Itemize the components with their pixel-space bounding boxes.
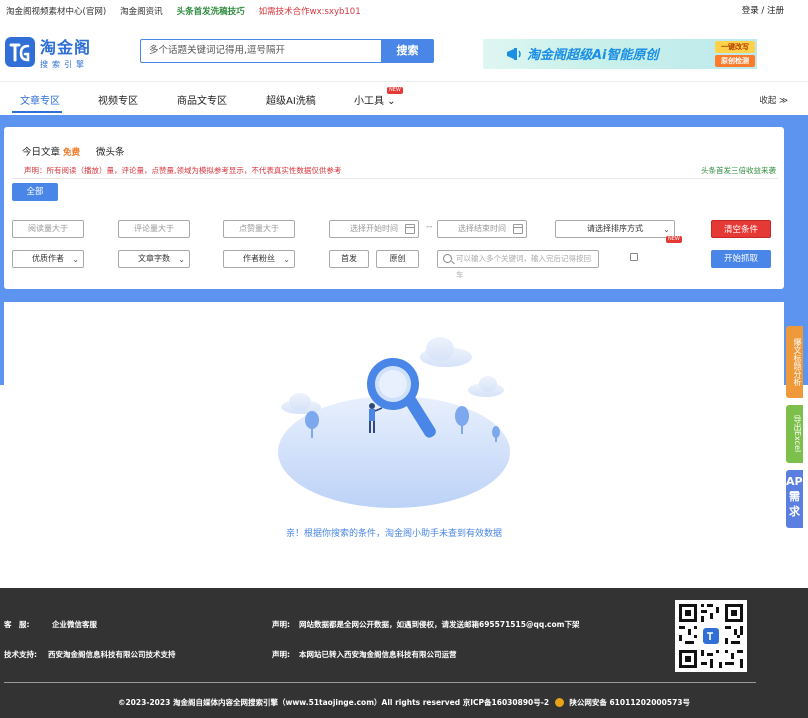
calendar-icon (405, 224, 415, 234)
tech-support-label: 技术支持: (4, 650, 37, 659)
search-input[interactable]: 多个话题关键词记得用,逗号隔开 (140, 39, 382, 63)
footer-divider (4, 682, 756, 683)
api-request-tab[interactable]: API需求 (786, 470, 807, 528)
chevron-down-icon: ⌄ (384, 96, 396, 107)
end-time-input[interactable]: 选择结束时间 (437, 220, 527, 238)
footer: 客 服: 企业微信客服 技术支持: 西安淘金阁信息科技有限公司技术支持 声明: … (0, 588, 808, 718)
like-count-input[interactable]: 点赞量大于 (223, 220, 295, 238)
banner-badge-rewrite: 一键改写 (715, 41, 755, 53)
chevron-down-icon: ⌄ (178, 255, 185, 264)
active-tab-underline (12, 111, 62, 113)
customer-service-link[interactable]: 企业微信客服 (52, 619, 97, 630)
declaration-label: 声明: (272, 650, 290, 659)
all-category-button[interactable]: 全部 (12, 183, 58, 201)
tab-ai-rewrite[interactable]: 超级AI洗稿 (266, 92, 316, 107)
start-time-input[interactable]: 选择开始时间 (329, 220, 419, 238)
author-fans-select[interactable]: 作者粉丝 ⌄ (223, 250, 295, 268)
cooperation-link[interactable]: 如需技术合作wx:sxyb101 (259, 5, 361, 17)
tech-support-value: 西安淘金阁信息科技有限公司技术支持 (48, 650, 176, 659)
tab-tools[interactable]: 小工具 ⌄ (354, 92, 396, 107)
tab-weitoutiao[interactable]: 微头条 (96, 144, 125, 158)
search-icon (443, 254, 452, 263)
free-badge: 免费 (63, 148, 81, 158)
megaphone-icon (507, 48, 521, 60)
logo-title: 淘金阁 (40, 38, 92, 57)
declaration-label: 声明: (272, 620, 290, 629)
copyright: ©2023-2023 淘金阁自媒体内容全网搜索引擎（www.51taojinge… (117, 698, 691, 707)
disclaimer-notice: 声明：所有阅读（播放）量，评论量，点赞量,领域为模拟参考显示，不代表真实性数据仅… (24, 166, 342, 175)
original-toggle[interactable]: 原创 (376, 250, 419, 268)
clear-conditions-button[interactable]: 清空条件 (711, 220, 771, 238)
ad-banner[interactable]: 淘金阁超级Ai智能原创 一键改写 原创检测 (483, 39, 757, 69)
chevron-down-icon: ⌄ (72, 255, 79, 264)
declaration-text: 本网站已转入西安淘金阁信息科技有限公司运营 (299, 650, 457, 659)
qr-code (675, 600, 747, 672)
banner-text: 淘金阁超级Ai智能原创 (527, 48, 659, 63)
keyword-input[interactable]: 可以输入多个关键词，输入完后记得按回车 (437, 250, 599, 279)
empty-result-message: 亲！根据你搜索的条件，淘金阁小助手未查到有效数据 (285, 529, 502, 539)
logo[interactable]: 淘金阁 搜索引擎 (4, 34, 104, 70)
police-badge-icon (554, 698, 564, 707)
calendar-icon (513, 224, 523, 234)
login-register-link[interactable]: 登录 / 注册 (742, 4, 784, 16)
first-publish-promo-link[interactable]: 头条首发三倍收益来袭 (701, 165, 776, 176)
range-dash: -- (426, 222, 433, 232)
export-excel-tab[interactable]: 导出Excel (786, 405, 803, 463)
tab-articles[interactable]: 文章专区 (20, 92, 60, 107)
collapse-button[interactable]: 收起 ≫ (759, 94, 788, 106)
declaration-text: 网站数据都是全网公开数据，如遇到侵权，请发送邮箱695571515@qq.com… (299, 620, 580, 629)
header: 淘金阁 搜索引擎 多个话题关键词记得用,逗号隔开 搜索 淘金阁超级Ai智能原创 … (0, 22, 808, 82)
logo-subtitle: 搜索引擎 (40, 60, 88, 69)
word-count-select[interactable]: 文章字数 ⌄ (118, 250, 190, 268)
sort-select[interactable]: 请选择排序方式 ⌄ (555, 220, 675, 238)
first-publish-toggle[interactable]: 首发 (329, 250, 369, 268)
banner-badge-check: 原创检测 (715, 55, 755, 67)
new-badge: NEW (387, 87, 403, 94)
customer-service-label: 客 服: (4, 620, 30, 629)
results-area: 亲！根据你搜索的条件，淘金阁小助手未查到有效数据 (4, 302, 784, 574)
divider (12, 178, 778, 179)
video-material-link[interactable]: 淘金阁视频素材中心(官网) (6, 5, 106, 17)
tab-products[interactable]: 商品文专区 (177, 92, 227, 107)
keyword-checkbox[interactable] (630, 253, 638, 261)
logo-icon (5, 37, 35, 67)
tab-today-articles[interactable]: 今日文章 免费 (22, 144, 80, 158)
start-fetch-button[interactable]: 开始抓取 (711, 250, 771, 268)
title-analysis-tab[interactable]: 爆文标题分析 (786, 326, 803, 398)
news-link[interactable]: 淘金阁资讯 (120, 5, 163, 17)
author-quality-select[interactable]: 优质作者 ⌄ (12, 250, 84, 268)
read-count-input[interactable]: 阅读量大于 (12, 220, 84, 238)
empty-state-illustration (278, 337, 510, 508)
comment-count-input[interactable]: 评论量大于 (118, 220, 190, 238)
tab-videos[interactable]: 视频专区 (98, 92, 138, 107)
top-bar: 淘金阁视频素材中心(官网) 淘金阁资讯 头条首发洗稿技巧 如需技术合作wx:sx… (0, 0, 808, 22)
filter-panel: 今日文章 免费 微头条 声明：所有阅读（播放）量，评论量，点赞量,领域为模拟参考显… (4, 127, 784, 289)
new-badge: NEW (666, 236, 682, 243)
rewrite-tips-link[interactable]: 头条首发洗稿技巧 (177, 5, 245, 17)
chevron-down-icon: ⌄ (283, 255, 290, 264)
police-record-link[interactable]: 陕公网安备 61011202000573号 (569, 698, 690, 707)
main-nav: 文章专区 视频专区 商品文专区 超级AI洗稿 小工具 ⌄ NEW 收起 ≫ (0, 83, 808, 115)
search-button[interactable]: 搜索 (381, 39, 434, 63)
